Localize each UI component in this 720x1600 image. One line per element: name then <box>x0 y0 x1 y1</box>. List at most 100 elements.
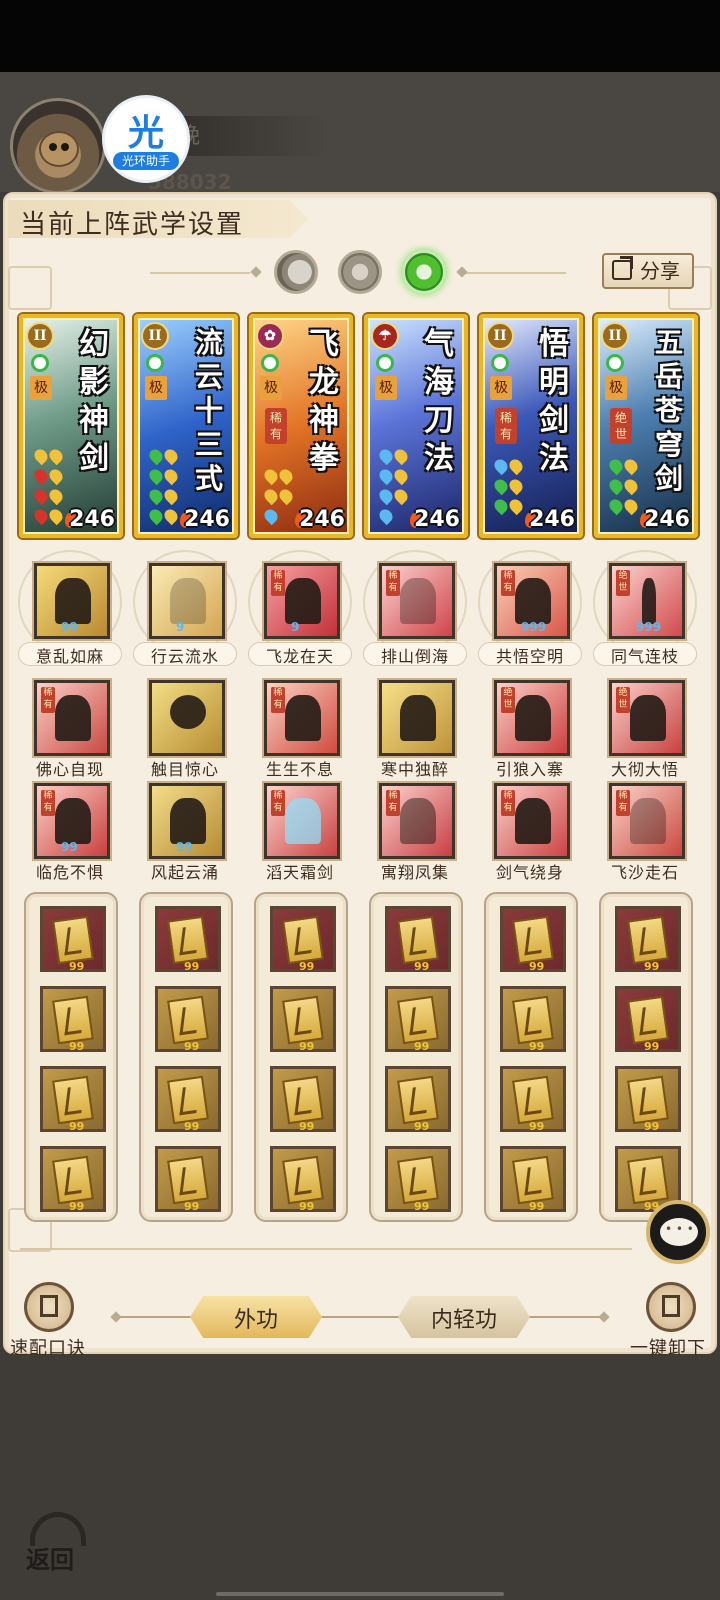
manual-slot[interactable]: 99 <box>155 906 221 973</box>
slot-stars: 99 <box>644 1040 660 1053</box>
martial-card-3[interactable]: ✿ 极 稀有 飞龙神拳 246 <box>249 314 353 538</box>
manual-scroll-icon <box>397 1075 439 1125</box>
manual-slot[interactable]: 99 <box>270 1066 336 1133</box>
card-level: 246 <box>414 507 460 532</box>
skill-fengqiyunyong[interactable]: 99 <box>149 783 225 859</box>
grade-badge: 极 <box>605 376 627 400</box>
manual-scroll-icon <box>167 995 209 1045</box>
manual-slot[interactable]: 99 <box>40 906 106 973</box>
manual-slot[interactable]: 99 <box>155 986 221 1053</box>
manual-slot[interactable]: 99 <box>40 1066 106 1133</box>
skill-label: 触目惊心 <box>150 760 219 779</box>
grade-badge: 极 <box>375 376 397 400</box>
sun-preset-button[interactable] <box>338 250 382 294</box>
skill-yinlangruzhai[interactable]: 绝世 <box>494 680 570 756</box>
unequip-all-button[interactable] <box>646 1282 696 1332</box>
slot-stars: 99 <box>414 960 430 973</box>
manual-slot[interactable]: 99 <box>385 1146 451 1213</box>
skill-dachedawu[interactable]: 绝世 <box>609 680 685 756</box>
skill-taotianshuangjian[interactable]: 稀有 <box>264 783 340 859</box>
skill-yiluanruma[interactable]: 99 <box>34 563 110 639</box>
skill-jianqiraoshen[interactable]: 稀有 <box>494 783 570 859</box>
skill-foxinzixian[interactable]: 稀有 <box>34 680 110 756</box>
slot-stars: 99 <box>299 960 315 973</box>
skulls-icon <box>170 695 206 729</box>
drinker-icon <box>400 695 436 741</box>
status-bar <box>0 0 720 72</box>
orb-icon <box>261 354 279 372</box>
manual-slot[interactable]: 99 <box>40 1146 106 1213</box>
card-level: 246 <box>299 507 345 532</box>
skill-label: 剑气绕身 <box>495 863 564 882</box>
grade-badge: 极 <box>260 376 282 400</box>
player-avatar[interactable] <box>10 98 106 194</box>
avatar-face-icon <box>39 131 79 167</box>
card-name: 流云十三式 <box>194 326 223 495</box>
manual-slot[interactable]: 99 <box>615 1066 681 1133</box>
manual-slot[interactable]: 99 <box>385 906 451 973</box>
tab-divider <box>528 1316 604 1318</box>
quick-config-button[interactable] <box>24 1282 74 1332</box>
share-label: 分享 <box>640 259 680 283</box>
manual-slot[interactable]: 99 <box>615 906 681 973</box>
skill-label: 排山倒海 <box>380 647 449 666</box>
back-label: 返回 <box>26 1545 74 1574</box>
orb-icon <box>491 354 509 372</box>
skill-feishazoushi[interactable]: 稀有 <box>609 783 685 859</box>
manual-slot[interactable]: 99 <box>270 986 336 1053</box>
skill-gongwukongming[interactable]: 稀有 999 <box>494 563 570 639</box>
skill-linweibuju[interactable]: 稀有 99 <box>34 783 110 859</box>
manual-slot[interactable]: 99 <box>615 986 681 1053</box>
swordsman-icon <box>515 798 551 844</box>
divider <box>150 272 250 274</box>
manual-slot[interactable]: 99 <box>270 906 336 973</box>
manual-slot[interactable]: 99 <box>270 1146 336 1213</box>
manual-slot[interactable]: 99 <box>385 1066 451 1133</box>
manual-slot[interactable]: 99 <box>155 1146 221 1213</box>
tab-divider <box>320 1316 400 1318</box>
card-level: 246 <box>644 507 690 532</box>
martial-card-2[interactable]: II 极 流云十三式 246 <box>134 314 238 538</box>
skill-xingyunliushui[interactable]: 9 <box>149 563 225 639</box>
skill-shengshengbuxi[interactable]: 稀有 <box>264 680 340 756</box>
manual-scroll-icon <box>52 995 94 1045</box>
manual-scroll-icon <box>282 1155 324 1205</box>
rank-icon: II <box>26 322 54 350</box>
share-button[interactable]: 分享 <box>602 253 694 289</box>
skill-stars: 99 <box>61 620 78 634</box>
home-indicator[interactable] <box>216 1592 504 1596</box>
skill-feilongzaitian[interactable]: 稀有 9 <box>264 563 340 639</box>
martial-card-6[interactable]: II 极 绝世 五岳苍穹剑 246 <box>594 314 698 538</box>
skill-chumujingxin[interactable] <box>149 680 225 756</box>
assistant-badge[interactable]: 光 光环助手 <box>105 98 187 180</box>
martial-card-4[interactable]: ☂ 极 气海刀法 246 <box>364 314 468 538</box>
manual-slot[interactable]: 99 <box>40 986 106 1053</box>
manual-slot[interactable]: 99 <box>500 986 566 1053</box>
manual-slot[interactable]: 99 <box>155 1066 221 1133</box>
manual-slot[interactable]: 99 <box>500 1066 566 1133</box>
skill-stars: 999 <box>521 620 547 634</box>
manual-slot[interactable]: 99 <box>385 986 451 1053</box>
moon-preset-button[interactable] <box>274 250 318 294</box>
skill-paishandaohai[interactable]: 稀有 <box>379 563 455 639</box>
slot-stars: 99 <box>299 1040 315 1053</box>
manual-column-3: 99 99 99 99 <box>254 892 348 1222</box>
wave-icon <box>400 578 436 624</box>
figure-icon <box>285 695 321 741</box>
chat-button[interactable] <box>646 1200 710 1264</box>
manual-slot[interactable]: 99 <box>500 906 566 973</box>
skill-hanzhongduzui[interactable] <box>379 680 455 756</box>
skill-label: 佛心自现 <box>35 760 104 779</box>
card-name: 气海刀法 <box>424 327 454 476</box>
back-button[interactable]: 返回 <box>24 1512 94 1574</box>
skill-yuxiangfengji[interactable]: 稀有 <box>379 783 455 859</box>
grade-badge: 极 <box>30 376 52 400</box>
martial-card-5[interactable]: II 极 稀有 悟明剑法 246 <box>479 314 583 538</box>
jade-preset-button[interactable] <box>402 250 446 294</box>
upload-icon <box>40 1295 58 1317</box>
manual-slot[interactable]: 99 <box>500 1146 566 1213</box>
martial-card-1[interactable]: II 极 幻影神剑 246 <box>19 314 123 538</box>
tab-divider <box>116 1316 192 1318</box>
skill-tongqilianzhi[interactable]: 绝世 999 <box>609 563 685 639</box>
divider <box>20 1248 632 1250</box>
